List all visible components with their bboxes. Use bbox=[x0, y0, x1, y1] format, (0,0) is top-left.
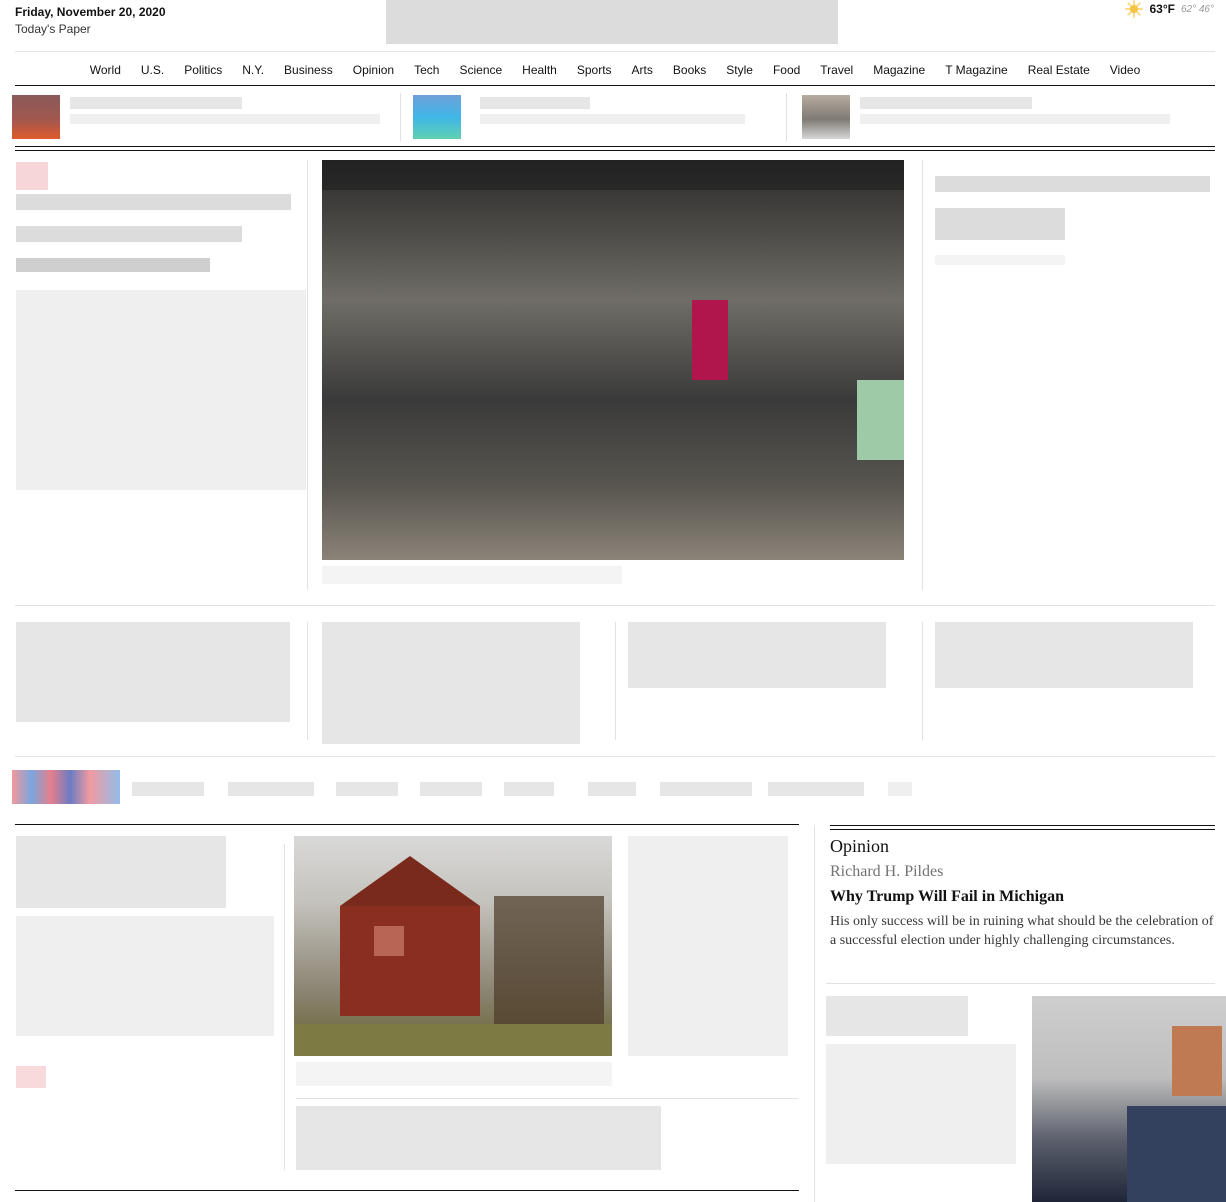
strip-link[interactable] bbox=[420, 782, 482, 796]
nav-item-arts[interactable]: Arts bbox=[622, 60, 663, 80]
story-separator bbox=[615, 622, 616, 740]
strip-link[interactable] bbox=[132, 782, 204, 796]
strip-link[interactable] bbox=[888, 782, 912, 796]
teaser-text-2[interactable] bbox=[480, 97, 590, 109]
nav-item-health[interactable]: Health bbox=[512, 60, 567, 80]
teaser-text-2b bbox=[480, 114, 745, 124]
teaser-text-3[interactable] bbox=[860, 97, 1032, 109]
nav-item-real-estate[interactable]: Real Estate bbox=[1018, 60, 1100, 80]
opinion-rule bbox=[830, 825, 1215, 830]
strip-link[interactable] bbox=[660, 782, 752, 796]
live-badge bbox=[16, 162, 48, 190]
teaser-separator bbox=[786, 93, 787, 141]
opinion-author-photo[interactable] bbox=[1032, 996, 1226, 1202]
nav-item-ny[interactable]: N.Y. bbox=[232, 60, 274, 80]
nav-item-books[interactable]: Books bbox=[663, 60, 716, 80]
story-card-2[interactable] bbox=[322, 622, 580, 744]
weather-temp: 63°F bbox=[1149, 2, 1175, 16]
story-card-4[interactable] bbox=[935, 622, 1193, 688]
opinion-divider bbox=[826, 983, 1215, 984]
nav-item-t-magazine[interactable]: T Magazine bbox=[935, 60, 1017, 80]
teaser-text-1b bbox=[70, 114, 380, 124]
sun-icon bbox=[1125, 0, 1144, 18]
side-meta bbox=[935, 255, 1065, 265]
nav-item-style[interactable]: Style bbox=[716, 60, 763, 80]
opinion-separator bbox=[814, 826, 815, 1202]
teaser-separator bbox=[400, 93, 401, 141]
section-rule bbox=[15, 1190, 799, 1191]
lead-headline[interactable] bbox=[16, 194, 291, 210]
teaser-thumb-1[interactable] bbox=[12, 95, 60, 139]
opinion-headline[interactable]: Why Trump Will Fail in Michigan bbox=[830, 888, 1064, 906]
nav-item-business[interactable]: Business bbox=[274, 60, 343, 80]
weather-hilo: 62° 46° bbox=[1180, 3, 1214, 15]
opinion-section-label[interactable]: Opinion bbox=[830, 836, 889, 857]
opinion-summary: His only success will be in ruining what… bbox=[830, 914, 1214, 948]
story-separator bbox=[307, 622, 308, 740]
nav-item-magazine[interactable]: Magazine bbox=[863, 60, 935, 80]
nav-item-food[interactable]: Food bbox=[763, 60, 810, 80]
lead-separator-right bbox=[922, 160, 923, 590]
nav-item-tech[interactable]: Tech bbox=[404, 60, 449, 80]
story-separator bbox=[922, 622, 923, 740]
teaser-text-3b bbox=[860, 114, 1170, 124]
section-divider bbox=[15, 605, 1215, 606]
nav-item-sports[interactable]: Sports bbox=[567, 60, 622, 80]
nav-item-world[interactable]: World bbox=[80, 60, 131, 80]
weather-widget[interactable]: 63°F 62° 46° bbox=[1125, 0, 1214, 18]
strip-link[interactable] bbox=[504, 782, 554, 796]
lead-divider-bottom bbox=[15, 150, 1215, 151]
todays-paper-link[interactable]: Today's Paper bbox=[15, 22, 91, 36]
strip-link[interactable] bbox=[336, 782, 398, 796]
side-headline[interactable] bbox=[935, 176, 1210, 192]
masthead-logo[interactable] bbox=[386, 0, 838, 44]
nav-item-us[interactable]: U.S. bbox=[131, 60, 174, 80]
live-badge bbox=[16, 1066, 46, 1088]
teaser-thumb-2[interactable] bbox=[413, 95, 461, 139]
section-nav: World U.S. Politics N.Y. Business Opinio… bbox=[15, 60, 1215, 80]
nav-item-science[interactable]: Science bbox=[449, 60, 512, 80]
section-strip-image[interactable] bbox=[12, 770, 120, 804]
lead-summary bbox=[16, 290, 306, 490]
lower-story-1-summary bbox=[16, 916, 274, 1036]
section-divider bbox=[15, 756, 1215, 757]
nav-item-opinion[interactable]: Opinion bbox=[343, 60, 404, 80]
house-photo[interactable] bbox=[294, 836, 612, 1056]
story-card-3[interactable] bbox=[628, 622, 886, 688]
lower-separator bbox=[284, 844, 285, 1170]
section-rule bbox=[15, 824, 799, 825]
teaser-text-1[interactable] bbox=[70, 97, 242, 109]
strip-link[interactable] bbox=[768, 782, 864, 796]
nav-item-travel[interactable]: Travel bbox=[810, 60, 863, 80]
nav-item-video[interactable]: Video bbox=[1100, 60, 1150, 80]
lead-photo[interactable] bbox=[322, 160, 904, 560]
opinion-author: Richard H. Pildes bbox=[830, 863, 944, 880]
lead-divider-top bbox=[15, 146, 1215, 147]
lower-story-2[interactable] bbox=[628, 836, 788, 1056]
story-card-1[interactable] bbox=[16, 622, 290, 722]
lead-separator bbox=[307, 160, 308, 590]
nav-divider bbox=[15, 85, 1215, 86]
teaser-thumb-3[interactable] bbox=[802, 95, 850, 139]
lead-headline-2[interactable] bbox=[16, 226, 242, 242]
lower-story-3[interactable] bbox=[296, 1106, 661, 1170]
opinion-story-2-summary bbox=[826, 1044, 1016, 1164]
lower-story-1[interactable] bbox=[16, 836, 226, 908]
masthead-divider bbox=[15, 51, 1215, 52]
side-headline-2[interactable] bbox=[935, 208, 1065, 240]
strip-link[interactable] bbox=[228, 782, 314, 796]
opinion-story-2[interactable] bbox=[826, 996, 968, 1036]
lead-photo-caption bbox=[322, 566, 622, 584]
house-photo-caption bbox=[296, 1062, 612, 1086]
lead-headline-3[interactable] bbox=[16, 258, 210, 272]
nav-item-politics[interactable]: Politics bbox=[174, 60, 232, 80]
date-label: Friday, November 20, 2020 bbox=[15, 5, 166, 19]
lower-divider bbox=[296, 1098, 798, 1099]
strip-link[interactable] bbox=[588, 782, 636, 796]
